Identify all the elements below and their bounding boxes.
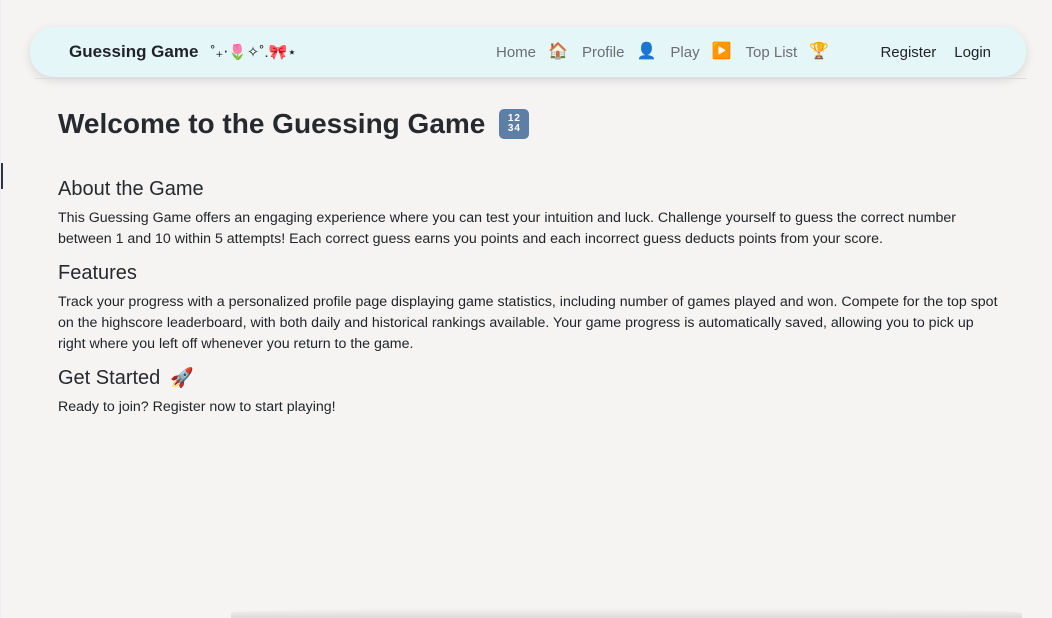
window-edge xyxy=(1,163,3,189)
nav-play-label: Play xyxy=(670,43,700,61)
get-started-section: Get Started 🚀 Ready to join? Register no… xyxy=(58,365,998,418)
nav-divider xyxy=(35,78,1027,79)
features-section: Features Track your progress with a pers… xyxy=(58,260,998,355)
play-icon: ▶️ xyxy=(711,43,732,60)
page-title: Welcome to the Guessing Game xyxy=(58,108,486,139)
get-started-heading: Get Started xyxy=(58,366,161,389)
about-heading: About the Game xyxy=(58,177,204,200)
brand-title: Guessing Game xyxy=(69,42,199,61)
numbers-icon: 12 34 xyxy=(499,109,530,139)
nav-top-list[interactable]: Top List 🏆 xyxy=(746,44,830,61)
about-text: This Guessing Game offers an engaging ex… xyxy=(58,210,956,247)
browser-page: Guessing Game ˚₊‧🌷✧˚.🎀⋆ Home 🏠 Profile 👤… xyxy=(1,0,1052,618)
auth-links: Register Login xyxy=(880,27,991,77)
page-title-row: Welcome to the Guessing Game 12 34 xyxy=(58,105,998,143)
nav-profile-label: Profile xyxy=(581,43,625,61)
login-link[interactable]: Login xyxy=(954,44,991,61)
main-content: Welcome to the Guessing Game 12 34 About … xyxy=(58,105,998,428)
brand-link[interactable]: Guessing Game ˚₊‧🌷✧˚.🎀⋆ xyxy=(69,27,297,77)
nav-home[interactable]: Home 🏠 xyxy=(496,44,568,61)
nav-top-list-label: Top List xyxy=(745,43,798,61)
trophy-icon: 🏆 xyxy=(809,43,830,60)
rocket-icon: 🚀 xyxy=(170,368,194,389)
nav-profile[interactable]: Profile 👤 xyxy=(582,44,656,61)
register-link[interactable]: Register xyxy=(880,44,936,61)
house-icon: 🏠 xyxy=(548,43,568,60)
get-started-text: Ready to join? Register now to start pla… xyxy=(58,399,336,415)
about-section: About the Game This Guessing Game offers… xyxy=(58,176,998,250)
user-icon: 👤 xyxy=(636,43,657,60)
nav-links: Home 🏠 Profile 👤 Play ▶️ Top List 🏆 xyxy=(496,27,843,77)
nav-play[interactable]: Play ▶️ xyxy=(670,44,731,61)
navbar: Guessing Game ˚₊‧🌷✧˚.🎀⋆ Home 🏠 Profile 👤… xyxy=(30,27,1026,77)
nav-home-label: Home xyxy=(496,43,537,61)
footer-shadow xyxy=(231,608,1022,618)
get-started-heading-row: Get Started 🚀 xyxy=(58,365,998,391)
features-text: Track your progress with a personalized … xyxy=(58,294,998,352)
features-heading: Features xyxy=(58,261,137,284)
brand-decoration: ˚₊‧🌷✧˚.🎀⋆ xyxy=(210,44,297,61)
